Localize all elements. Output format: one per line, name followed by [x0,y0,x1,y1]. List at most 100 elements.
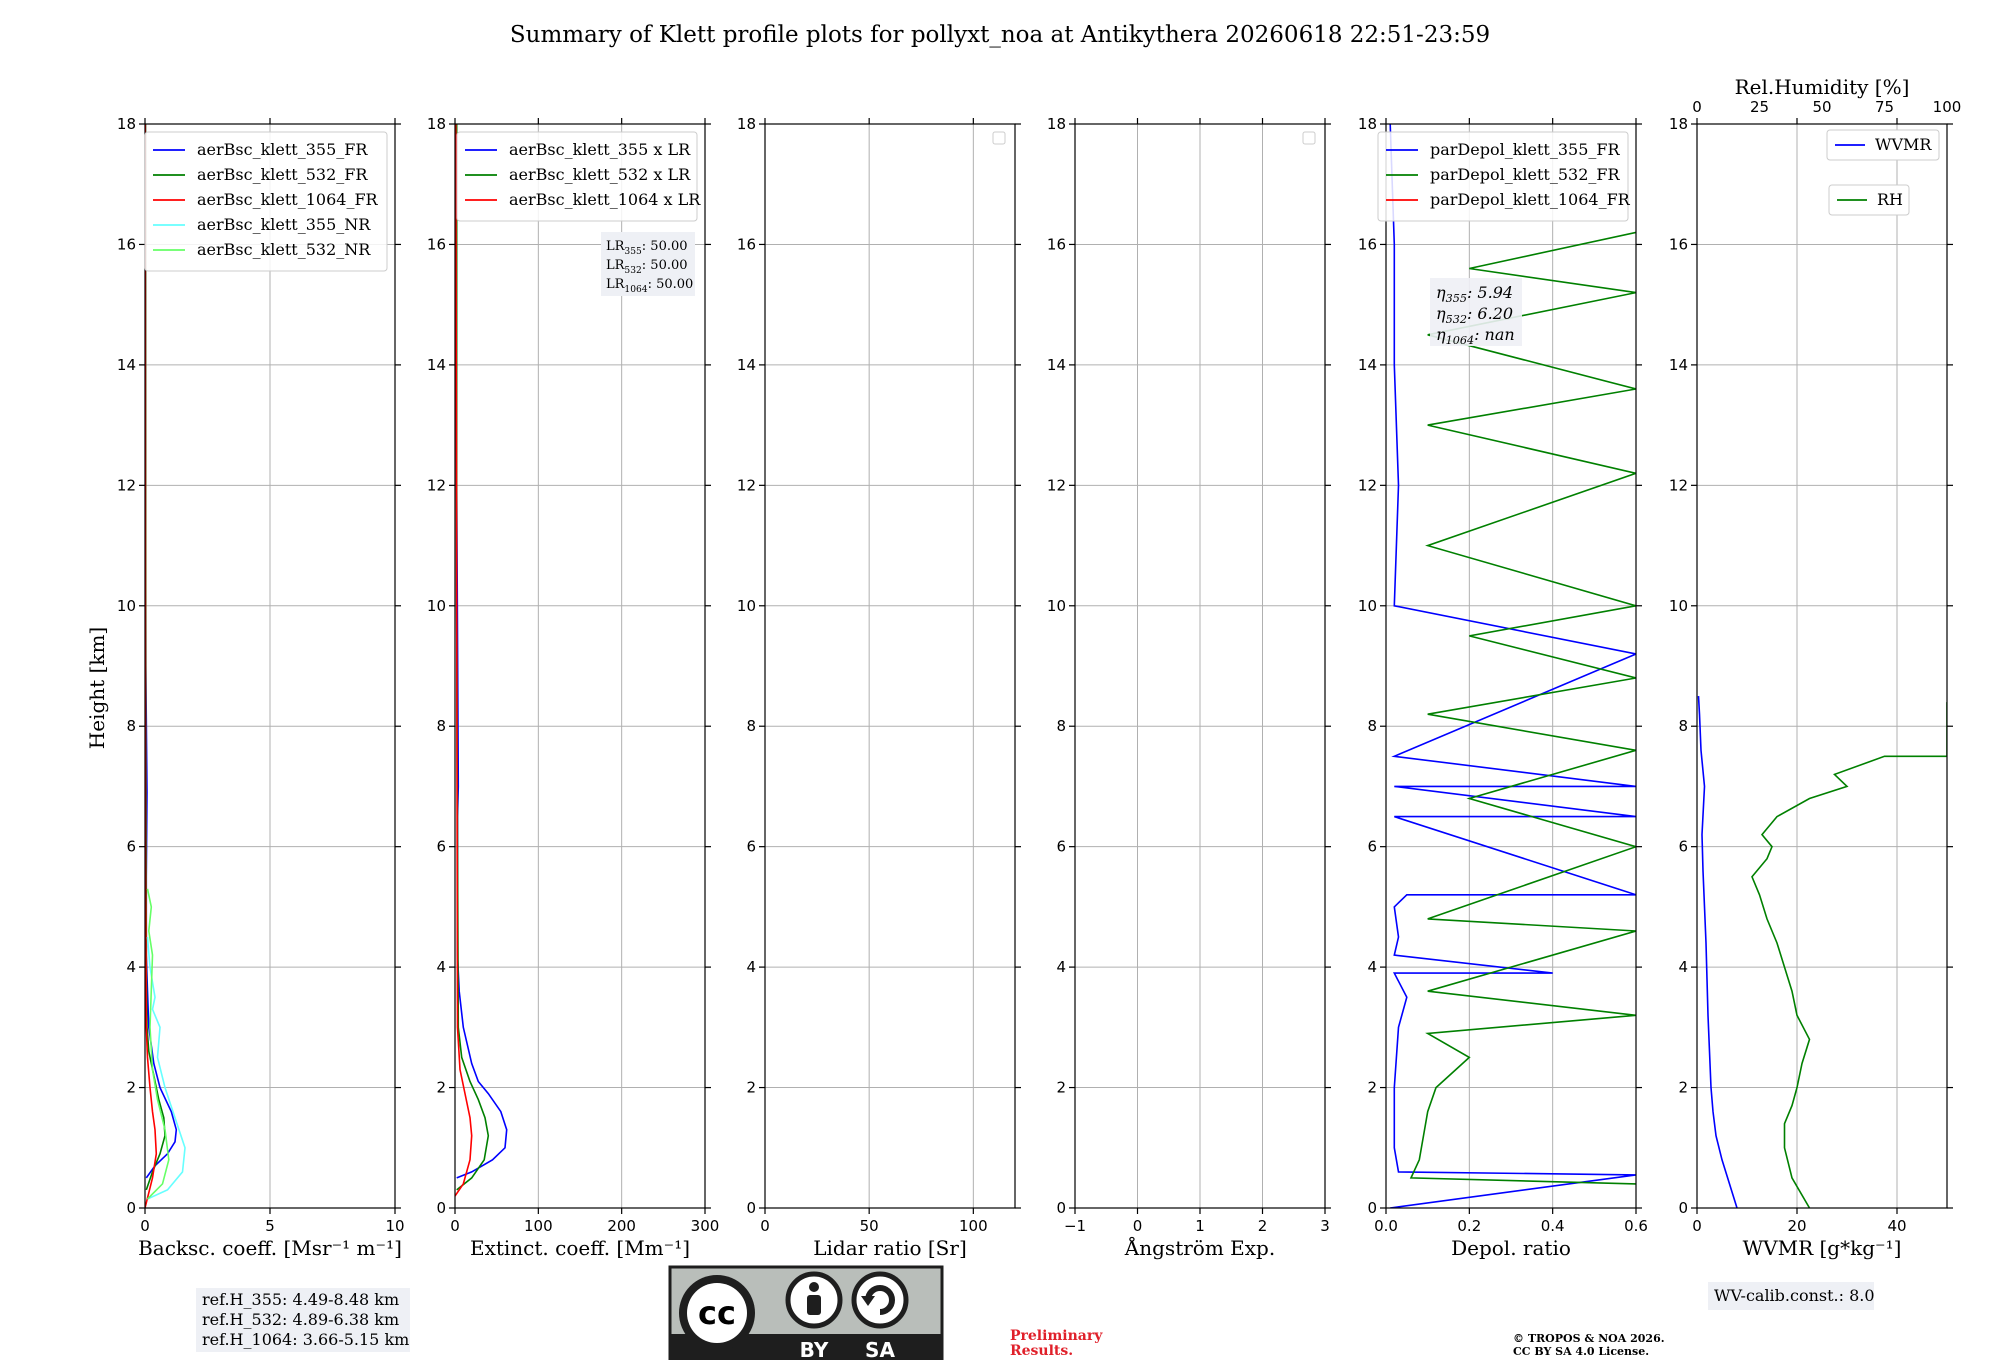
wv-calib-text: WV-calib.const.: 8.0 [1714,1286,1875,1305]
legend-label: aerBsc_klett_355_NR [197,215,371,234]
y-tick-label: 6 [126,838,136,856]
x-tick-label: 40 [1887,1217,1906,1235]
x-tick-label: 0.0 [1374,1217,1398,1235]
y-tick-label: 8 [126,717,136,735]
y-tick-label: 18 [1358,115,1377,133]
y-tick-label: 14 [117,356,136,374]
y-tick-label: 12 [1358,476,1377,494]
y-tick-label: 12 [737,476,756,494]
legend-label: aerBsc_klett_355_FR [197,140,368,159]
copyright-line2: CC BY SA 4.0 License. [1513,1345,1649,1358]
y-tick-label: 0 [1678,1199,1688,1217]
legend-label: RH [1877,190,1903,209]
x2-tick-label: 25 [1750,98,1769,116]
y-tick-label: 12 [1047,476,1066,494]
x-tick-label: 0 [760,1217,770,1235]
y-tick-label: 14 [1669,356,1688,374]
y-tick-label: 18 [1047,115,1066,133]
x2-tick-label: 75 [1875,98,1894,116]
figure: Summary of Klett profile plots for polly… [0,0,2000,1360]
x-axis-label: Lidar ratio [Sr] [813,1236,967,1260]
y-tick-label: 2 [746,1079,756,1097]
x-tick-label: 0.6 [1624,1217,1648,1235]
x2-tick-label: 50 [1812,98,1831,116]
legend-label: parDepol_klett_532_FR [1430,165,1621,184]
y-tick-label: 10 [1358,597,1377,615]
y-tick-label: 2 [126,1079,136,1097]
y-tick-label: 8 [1678,717,1688,735]
preliminary-note-line2: Results. [1010,1343,1073,1359]
y-tick-label: 4 [1367,958,1377,976]
y-tick-label: 0 [436,1199,446,1217]
x-tick-label: 50 [860,1217,879,1235]
y-tick-label: 16 [1047,235,1066,253]
x-tick-label: 100 [959,1217,988,1235]
y-tick-label: 6 [1056,838,1066,856]
x2-tick-label: 100 [1933,98,1962,116]
y-tick-label: 6 [1678,838,1688,856]
ref-height-text: ref.H_1064: 3.66-5.15 km [202,1330,409,1349]
y-tick-label: 0 [1056,1199,1066,1217]
preliminary-note-line1: Preliminary [1010,1328,1103,1344]
y-tick-label: 14 [737,356,756,374]
legend-label: parDepol_klett_355_FR [1430,140,1621,159]
y-tick-label: 4 [126,958,136,976]
y-tick-label: 12 [427,476,446,494]
y-tick-label: 10 [737,597,756,615]
legend-label: aerBsc_klett_355 x LR [509,140,691,159]
y-tick-label: 18 [1669,115,1688,133]
y-tick-label: 2 [1678,1079,1688,1097]
x-tick-label: 3 [1320,1217,1330,1235]
y-tick-label: 16 [737,235,756,253]
y-tick-label: 16 [117,235,136,253]
y-tick-label: 12 [1669,476,1688,494]
y-tick-label: 4 [1678,958,1688,976]
y-tick-label: 2 [1367,1079,1377,1097]
y-tick-label: 2 [436,1079,446,1097]
y-tick-label: 6 [1367,838,1377,856]
y-tick-label: 14 [427,356,446,374]
x-tick-label: 2 [1258,1217,1268,1235]
x-tick-label: 0 [140,1217,150,1235]
y-tick-label: 2 [1056,1079,1066,1097]
x-axis-label: WVMR [g*kg⁻¹] [1743,1236,1902,1260]
x-tick-label: 20 [1787,1217,1806,1235]
ref-height-text: ref.H_532: 4.89-6.38 km [202,1310,399,1329]
cc-license-badge: cc BY SA [668,1265,944,1360]
by-label: BY [800,1338,829,1360]
y-tick-label: 10 [1669,597,1688,615]
x-tick-label: 0 [450,1217,460,1235]
y-tick-label: 16 [427,235,446,253]
y-axis-label: Height [km] [85,627,109,749]
x-tick-label: −1 [1064,1217,1086,1235]
y-tick-label: 4 [1056,958,1066,976]
x2-tick-label: 0 [1692,98,1702,116]
x-tick-label: 100 [524,1217,553,1235]
empty-legend-box [992,131,1006,145]
y-tick-label: 4 [746,958,756,976]
y-tick-label: 0 [1367,1199,1377,1217]
y-tick-label: 16 [1669,235,1688,253]
copyright-line1: © TROPOS & NOA 2026. [1513,1332,1665,1345]
legend-label: aerBsc_klett_1064 x LR [509,190,701,209]
x-tick-label: 300 [691,1217,720,1235]
legend-label: aerBsc_klett_532_NR [197,240,371,259]
y-tick-label: 8 [1367,717,1377,735]
y-tick-label: 18 [737,115,756,133]
x2-axis-label: Rel.Humidity [%] [1735,75,1910,99]
y-tick-label: 6 [746,838,756,856]
x-tick-label: 0 [1692,1217,1702,1235]
x-axis-label: Backsc. coeff. [Msr⁻¹ m⁻¹] [138,1236,402,1260]
x-tick-label: 10 [385,1217,404,1235]
y-tick-label: 10 [427,597,446,615]
y-tick-label: 4 [436,958,446,976]
y-tick-label: 12 [117,476,136,494]
y-tick-label: 8 [746,717,756,735]
y-tick-label: 0 [126,1199,136,1217]
y-tick-label: 6 [436,838,446,856]
person-icon [807,1282,821,1315]
y-tick-label: 10 [1047,597,1066,615]
y-tick-label: 18 [427,115,446,133]
x-axis-label: Depol. ratio [1451,1236,1571,1260]
x-tick-label: 0.4 [1541,1217,1565,1235]
